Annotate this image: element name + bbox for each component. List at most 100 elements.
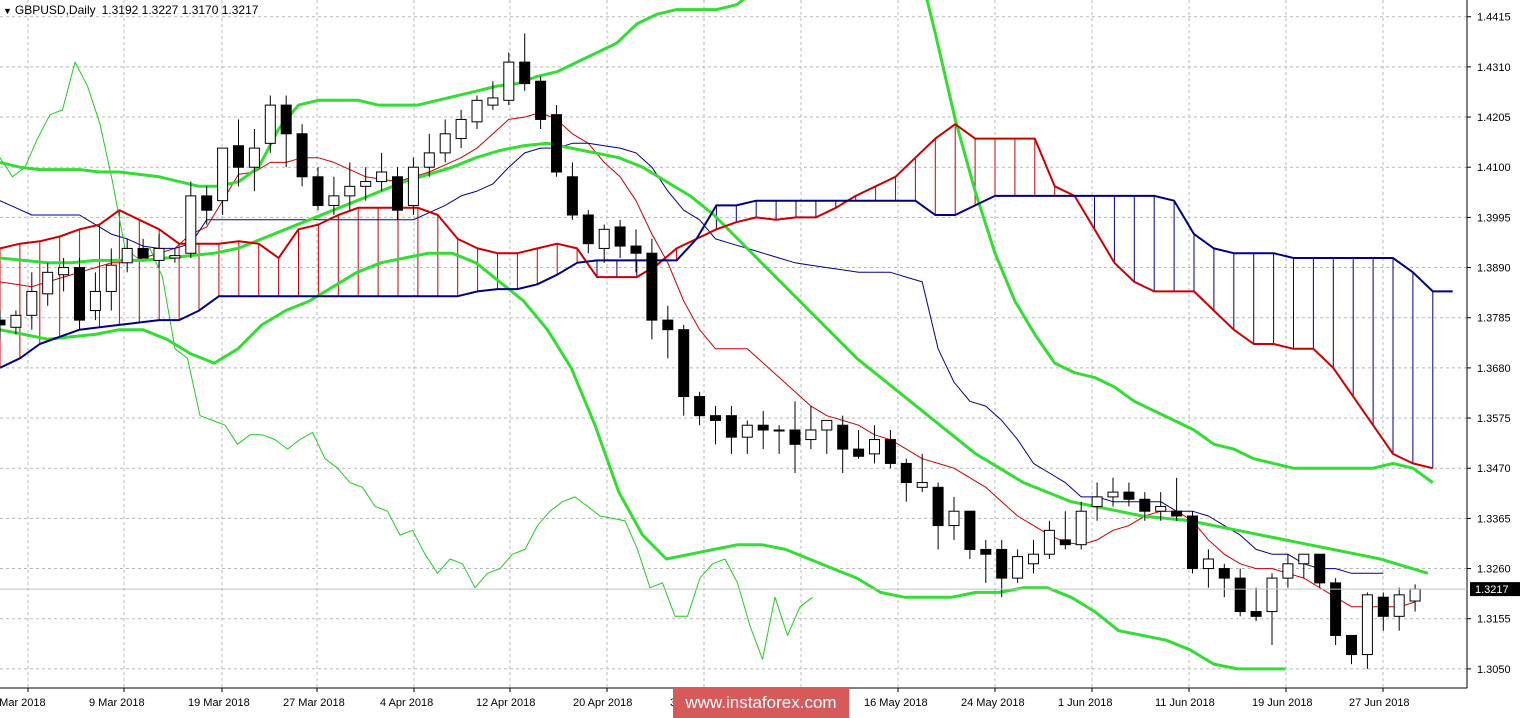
candle-body — [296, 133, 308, 178]
candle-body — [853, 448, 865, 457]
price-label: 1.3365 — [1477, 513, 1511, 525]
candle-body — [455, 118, 467, 140]
candle — [264, 95, 276, 153]
candle — [153, 234, 165, 268]
candle-body — [551, 114, 562, 173]
date-label: 24 May 2018 — [961, 697, 1025, 709]
candle-body — [503, 61, 515, 101]
candle — [439, 119, 451, 163]
candle-body — [407, 166, 419, 206]
candle-body — [678, 329, 690, 398]
price-label: 1.4415 — [1477, 12, 1511, 24]
candle-body — [248, 147, 260, 168]
date-label: 19 Mar 2018 — [188, 697, 250, 709]
price-label: 1.3470 — [1477, 463, 1511, 475]
chart-header: ▼ GBPUSD,Daily 1.3192 1.3227 1.3170 1.3217 — [3, 3, 258, 17]
candle — [455, 109, 467, 149]
candle-body — [1028, 553, 1039, 565]
candle-body — [280, 104, 292, 135]
candle-body — [948, 510, 960, 527]
candle-body — [614, 226, 626, 247]
price-label: 1.3260 — [1477, 564, 1511, 576]
candle — [519, 33, 531, 91]
watermark-text: www.instaforex.com — [685, 693, 837, 712]
candle-body — [153, 247, 165, 261]
candle — [725, 406, 737, 454]
candle — [1346, 634, 1357, 665]
candle-body — [1314, 553, 1326, 584]
candle — [312, 167, 324, 211]
candle-body — [535, 80, 547, 120]
candle — [630, 229, 642, 273]
candle — [105, 248, 117, 311]
price-label: 1.3155 — [1477, 614, 1511, 626]
candle — [582, 210, 594, 254]
candle-body — [598, 228, 610, 249]
candle-body — [487, 97, 499, 106]
candle-body — [884, 439, 896, 464]
candle-body — [1298, 553, 1310, 565]
candle-body — [630, 245, 642, 254]
candle-body — [1330, 582, 1342, 636]
candle — [900, 458, 912, 502]
candle — [471, 95, 483, 129]
candle — [1393, 587, 1405, 631]
candle — [503, 52, 515, 106]
candle — [837, 415, 849, 473]
candle — [694, 391, 706, 426]
candle-body — [519, 61, 531, 85]
candle-body — [217, 147, 229, 202]
current-price-label: 1.3217 — [1475, 584, 1509, 596]
candle — [1202, 549, 1214, 588]
candle-body — [932, 486, 944, 527]
candle — [1218, 563, 1230, 598]
candle — [1012, 549, 1024, 583]
candle-body — [757, 424, 769, 431]
price-label: 1.4310 — [1477, 62, 1511, 74]
candle — [1028, 539, 1039, 574]
candle-body — [1091, 496, 1103, 507]
candle — [566, 162, 578, 220]
candle — [1330, 578, 1342, 645]
date-label: 1 Jun 2018 — [1058, 697, 1112, 709]
indicator-line — [0, 61, 813, 660]
candle — [869, 425, 880, 464]
candle — [0, 310, 6, 340]
candle-body — [1361, 594, 1373, 656]
price-label: 1.3050 — [1477, 664, 1511, 676]
price-label: 1.3995 — [1477, 212, 1511, 224]
candle-body — [423, 152, 435, 168]
candle-body — [42, 271, 54, 295]
candle-body — [169, 255, 181, 259]
candle-body — [582, 214, 594, 245]
candle — [74, 258, 85, 330]
candle — [741, 420, 753, 454]
date-label: 20 Apr 2018 — [573, 697, 632, 709]
candle-body — [1043, 529, 1055, 555]
price-label: 1.3890 — [1477, 263, 1511, 275]
candle — [233, 119, 244, 187]
candle-body — [1075, 510, 1087, 546]
triangle-down-icon[interactable]: ▼ — [3, 6, 12, 16]
candle-body — [1123, 491, 1135, 500]
candle-body — [980, 548, 992, 555]
candle-body — [74, 267, 85, 321]
price-chart[interactable]: 1.4415 1.4310 1.4205 1.4100 1.3995 1.3890 1.37… — [0, 0, 1521, 718]
date-label: 27 Mar 2018 — [283, 697, 345, 709]
price-label: 1.3785 — [1477, 313, 1511, 325]
candle-body — [741, 424, 753, 438]
candle-body — [789, 429, 801, 445]
candle-body — [1155, 505, 1167, 512]
candle-body — [1234, 577, 1246, 613]
candle — [1314, 553, 1326, 588]
candle-body — [1187, 515, 1198, 570]
candle — [1059, 511, 1071, 550]
candle — [598, 224, 610, 263]
candle-body — [900, 462, 912, 484]
price-label: 1.4205 — [1477, 112, 1511, 124]
candle — [1091, 482, 1103, 521]
candle-body — [1377, 596, 1389, 617]
candle-body — [1107, 491, 1119, 498]
date-label: 27 Jun 2018 — [1349, 697, 1410, 709]
candle — [248, 129, 260, 192]
